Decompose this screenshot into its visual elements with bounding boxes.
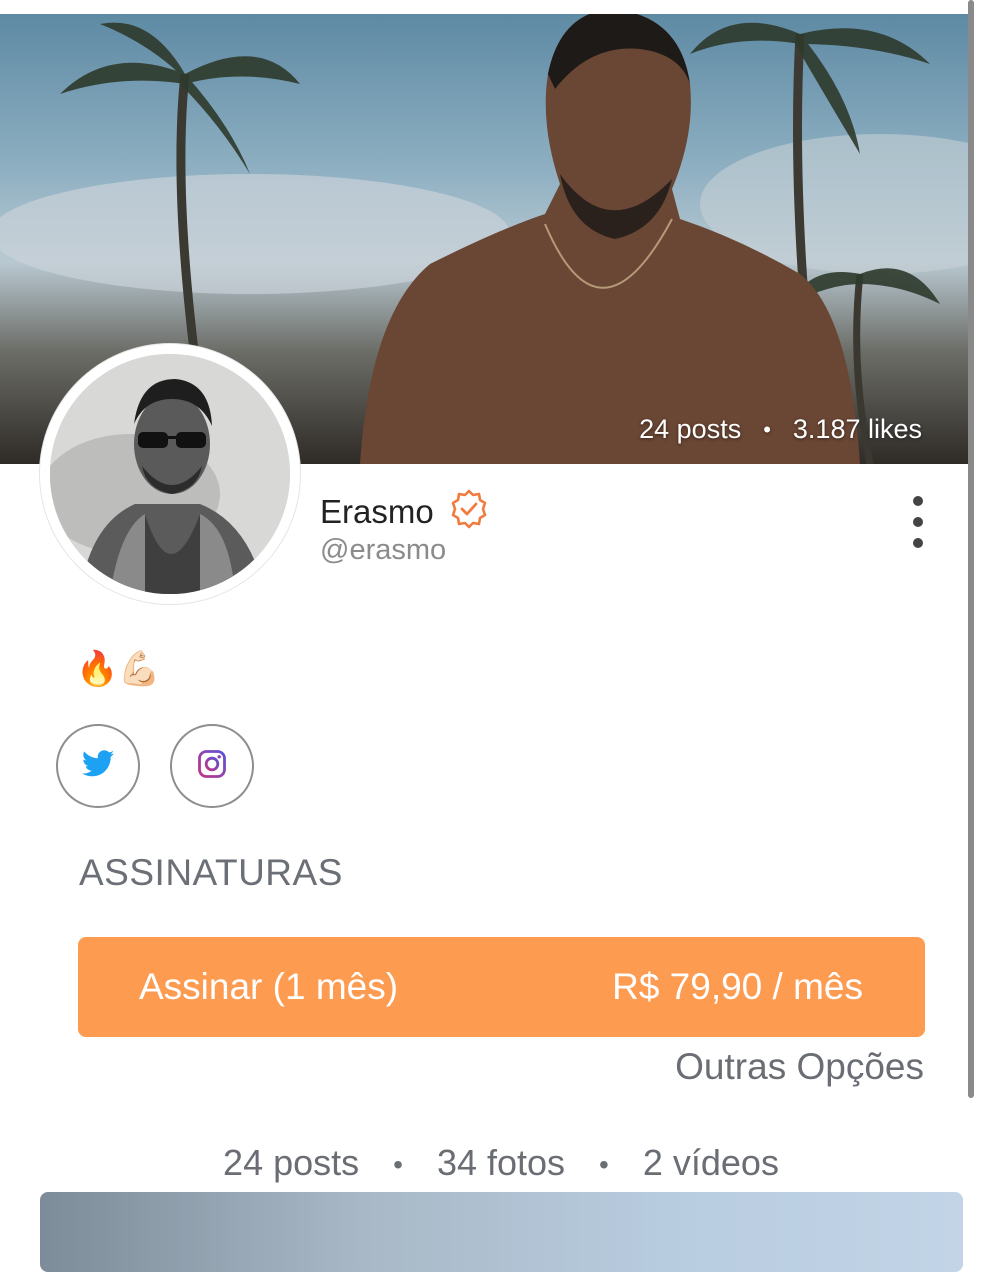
avatar-illustration — [50, 354, 290, 594]
photos-count-tab[interactable]: 34 fotos — [437, 1142, 565, 1188]
verified-badge-icon — [448, 488, 490, 535]
cover-posts-count: 24 posts — [639, 414, 742, 444]
profile-name: Erasmo — [320, 492, 434, 530]
posts-count-tab[interactable]: 24 posts — [223, 1142, 359, 1188]
subscribe-button[interactable]: Assinar (1 mês) R$ 79,90 / mês — [78, 937, 925, 1037]
twitter-icon — [82, 750, 114, 782]
profile-bio: 🔥💪🏻 — [76, 650, 161, 688]
subscribe-button-price: R$ 79,90 / mês — [612, 966, 863, 1007]
profile-name-row: Erasmo — [320, 488, 490, 535]
cover-stats-separator: • — [763, 416, 771, 442]
subscribe-button-label: Assinar (1 mês) — [139, 966, 399, 1007]
cover-stats: 24 posts • 3.187 likes — [639, 414, 922, 445]
other-options-link[interactable]: Outras Opções — [675, 1046, 924, 1088]
profile-handle: @erasmo — [320, 534, 447, 566]
media-counts: 24 posts • 34 fotos • 2 vídeos — [0, 1142, 984, 1188]
cover-likes-count: 3.187 likes — [792, 414, 922, 444]
more-options-icon[interactable] — [906, 496, 930, 556]
counts-separator: • — [599, 1149, 609, 1180]
top-divider — [0, 0, 970, 15]
counts-separator: • — [393, 1149, 403, 1180]
avatar-photo — [50, 354, 290, 594]
post-preview-image[interactable] — [40, 1192, 963, 1272]
instagram-link-button[interactable] — [170, 724, 254, 808]
twitter-link-button[interactable] — [56, 724, 140, 808]
videos-count-tab[interactable]: 2 vídeos — [643, 1142, 779, 1188]
instagram-icon — [197, 749, 227, 784]
scrollbar[interactable] — [968, 0, 974, 1098]
subscriptions-heading: ASSINATURAS — [79, 852, 343, 893]
avatar[interactable] — [40, 344, 300, 604]
